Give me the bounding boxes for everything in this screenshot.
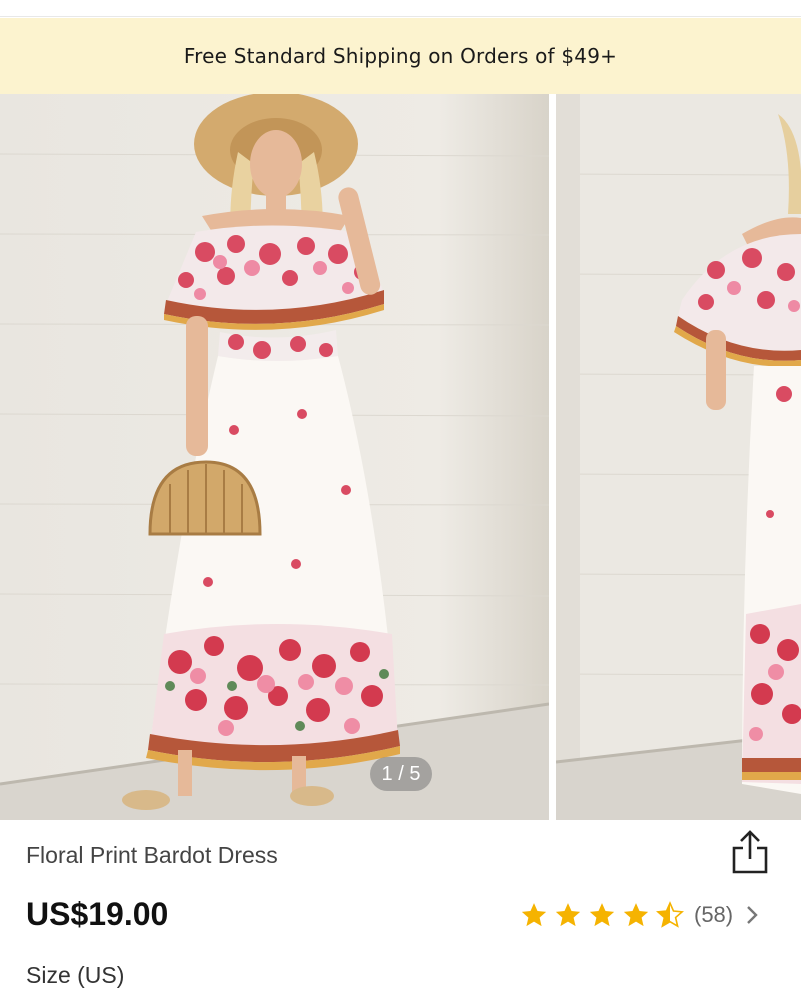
share-button[interactable] (728, 828, 772, 876)
product-image-carousel[interactable] (0, 94, 801, 820)
review-count: (58) (694, 902, 734, 927)
product-image-2[interactable] (556, 94, 801, 820)
share-icon (732, 830, 768, 874)
rating-summary[interactable]: (58) (520, 898, 759, 932)
promo-text: Free Standard Shipping on Orders of $49+ (183, 44, 618, 68)
star-half-icon (656, 901, 684, 928)
star-rating (520, 901, 684, 929)
size-label: Size (US) (26, 962, 125, 988)
product-image-1[interactable] (0, 94, 549, 820)
chevron-right-icon (747, 906, 758, 924)
top-status-strip (0, 0, 801, 17)
star-icon (521, 903, 547, 927)
star-icon (555, 903, 581, 927)
product-price: US$19.00 (26, 896, 169, 932)
image-counter: 1 / 5 (370, 757, 432, 791)
star-icon (589, 903, 615, 927)
promo-banner[interactable]: Free Standard Shipping on Orders of $49+ (0, 18, 801, 94)
star-icon (623, 903, 649, 927)
product-title: Floral Print Bardot Dress (26, 842, 278, 868)
